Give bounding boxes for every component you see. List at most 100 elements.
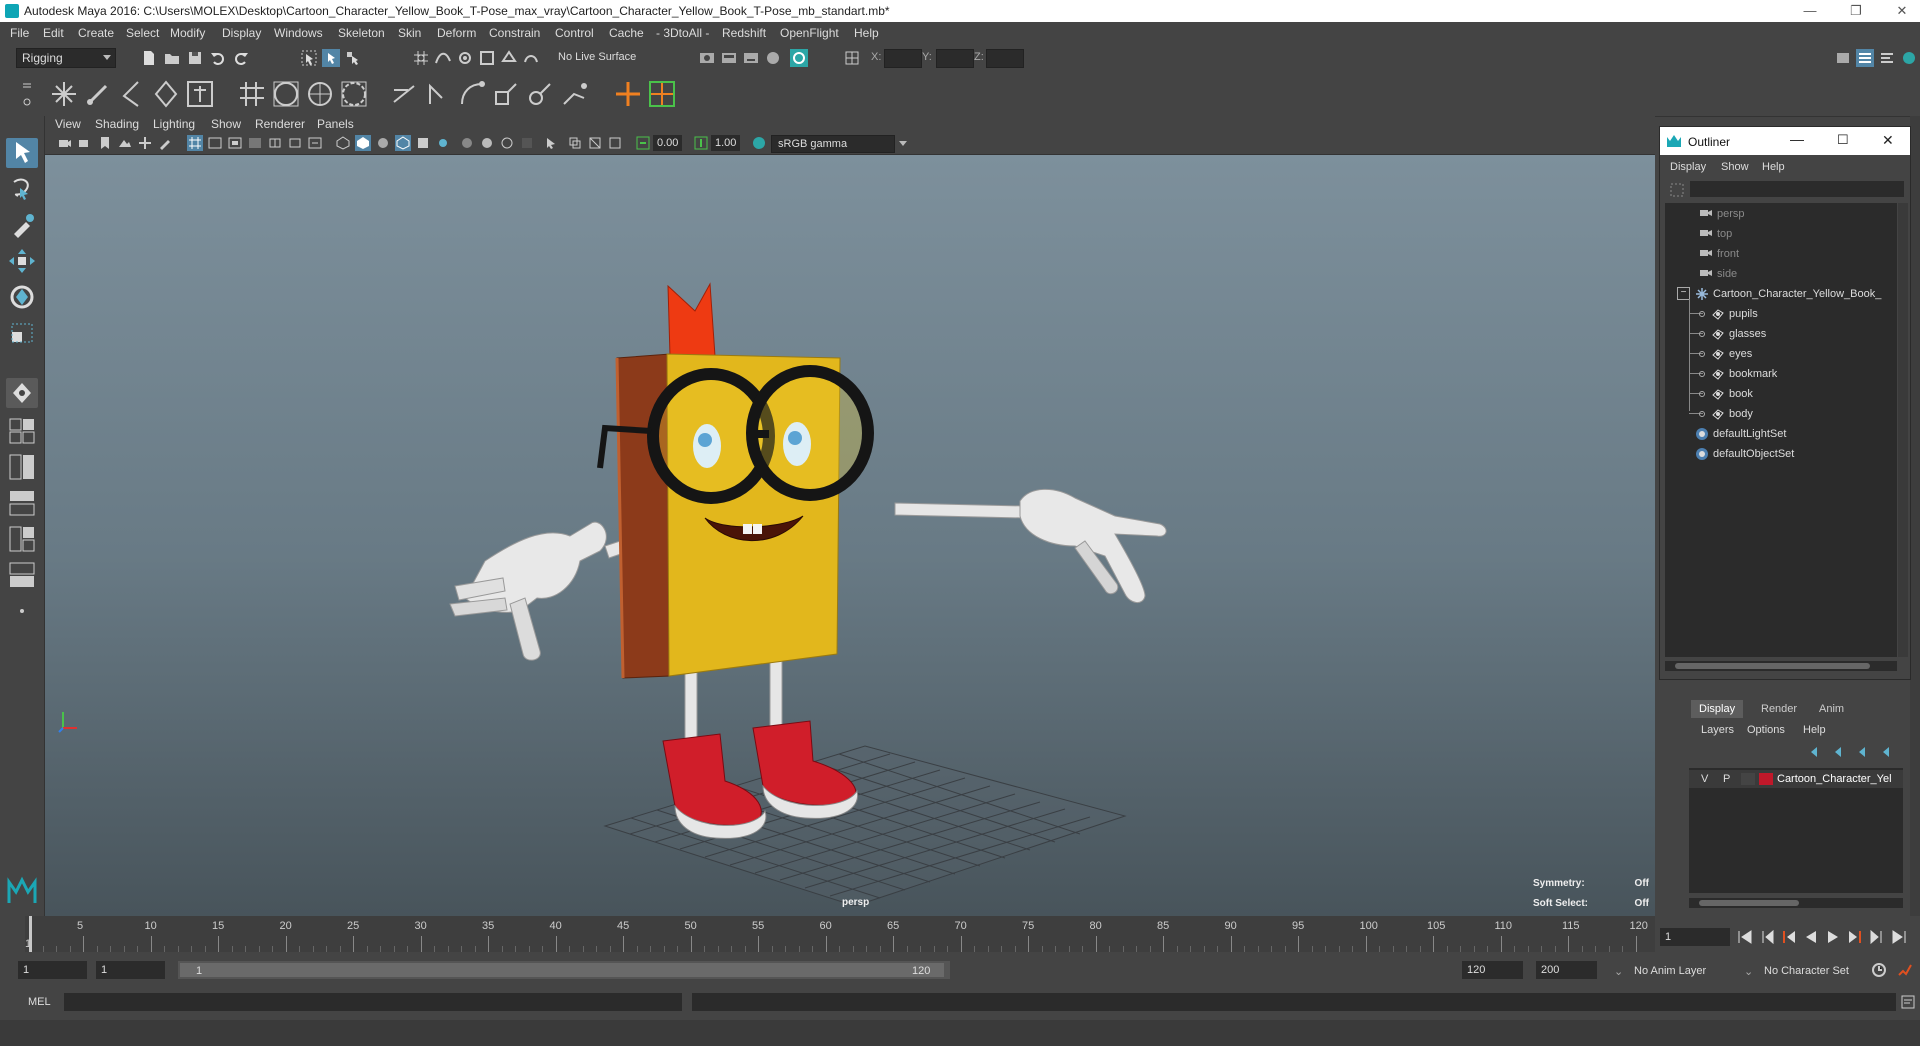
- minimize-button[interactable]: —: [1800, 2, 1820, 20]
- pole-vector-constraint-icon[interactable]: [558, 78, 590, 110]
- layer-name[interactable]: Cartoon_Character_Yel: [1777, 773, 1892, 785]
- scale-constraint-icon[interactable]: [490, 78, 522, 110]
- grid-toggle-icon[interactable]: [187, 135, 203, 151]
- xray-joints-icon[interactable]: [607, 135, 623, 151]
- lattice-icon[interactable]: [236, 78, 268, 110]
- close-window-button[interactable]: ✕: [1892, 2, 1912, 20]
- select-camera-icon[interactable]: [57, 135, 73, 151]
- character-set-dropdown-icon[interactable]: ⌄: [1744, 965, 1753, 978]
- redshift-render-view-icon[interactable]: [790, 49, 808, 67]
- menu-3dtoall[interactable]: - 3DtoAll -: [656, 26, 709, 40]
- film-gate-icon[interactable]: [207, 135, 223, 151]
- step-forward-key-icon[interactable]: [1868, 928, 1886, 946]
- animation-preferences-icon[interactable]: [1896, 961, 1914, 979]
- outliner-search-input[interactable]: [1690, 181, 1904, 197]
- new-scene-icon[interactable]: [140, 49, 158, 67]
- outliner-item-persp[interactable]: persp: [1665, 205, 1897, 223]
- menu-cache[interactable]: Cache: [609, 26, 644, 40]
- menu-edit[interactable]: Edit: [43, 26, 64, 40]
- tab-display[interactable]: Display: [1691, 700, 1744, 718]
- cluster-deformer-icon[interactable]: [304, 78, 336, 110]
- ik-spline-icon[interactable]: [150, 78, 182, 110]
- range-slider-thumb[interactable]: [180, 963, 944, 977]
- auto-key-icon[interactable]: [1870, 961, 1888, 979]
- layer-horizontal-scrollbar[interactable]: [1689, 898, 1903, 908]
- xray-active-components-icon[interactable]: [587, 135, 603, 151]
- bind-skin-icon[interactable]: [184, 78, 216, 110]
- y-field[interactable]: [936, 49, 974, 68]
- playback-start-field[interactable]: 1: [96, 961, 165, 979]
- command-input[interactable]: [64, 993, 682, 1011]
- anim-layer-select[interactable]: No Anim Layer: [1634, 965, 1706, 977]
- hypershade-icon[interactable]: [764, 49, 782, 67]
- restore-button[interactable]: ❐: [1846, 2, 1866, 20]
- outliner-item-eyes[interactable]: eyes: [1665, 345, 1897, 363]
- redo-icon[interactable]: [232, 49, 250, 67]
- menu-openflight[interactable]: OpenFlight: [780, 26, 839, 40]
- safe-title-icon[interactable]: [307, 135, 323, 151]
- field-chart-icon[interactable]: [267, 135, 283, 151]
- outliner-item-side[interactable]: side: [1665, 265, 1897, 283]
- filter-icon[interactable]: [1670, 183, 1684, 197]
- current-time-marker[interactable]: [29, 916, 32, 952]
- gamma-icon[interactable]: [693, 135, 709, 151]
- more-layouts-icon[interactable]: [6, 596, 38, 626]
- anim-layer-dropdown-icon[interactable]: ⌄: [1614, 965, 1623, 978]
- scale-tool-icon[interactable]: [6, 318, 38, 348]
- outliner-item-front[interactable]: front: [1665, 245, 1897, 263]
- vp-menu-panels[interactable]: Panels: [317, 117, 354, 131]
- modeling-toolkit-icon[interactable]: [1834, 49, 1852, 67]
- select-hierarchy-icon[interactable]: [300, 49, 318, 67]
- animation-end-field[interactable]: 200: [1536, 961, 1597, 979]
- menu-set-dropdown[interactable]: Rigging: [16, 48, 116, 68]
- attribute-editor-toggle-icon[interactable]: [1878, 49, 1896, 67]
- grease-pencil-icon[interactable]: [157, 135, 173, 151]
- layout-two-panes-icon[interactable]: [6, 452, 38, 482]
- menu-redshift[interactable]: Redshift: [722, 26, 766, 40]
- perspective-viewport[interactable]: View Shading Lighting Show Renderer Pane…: [45, 116, 1655, 916]
- layer-help-menu[interactable]: Help: [1803, 724, 1826, 736]
- orient-constraint-icon[interactable]: [422, 78, 454, 110]
- vp-menu-view[interactable]: View: [55, 117, 81, 131]
- layout-persp-outliner-icon[interactable]: [6, 560, 38, 590]
- soft-mod-tool-icon[interactable]: [6, 378, 38, 408]
- options-menu[interactable]: Options: [1747, 724, 1785, 736]
- channel-box-toggle-icon[interactable]: [1856, 49, 1874, 67]
- ipr-render-icon[interactable]: [720, 49, 738, 67]
- snap-view-plane-icon[interactable]: [478, 49, 496, 67]
- layer-visibility-toggle[interactable]: V: [1701, 773, 1708, 785]
- vp-menu-shading[interactable]: Shading: [95, 117, 139, 131]
- screen-space-ao-icon[interactable]: [479, 135, 495, 151]
- go-to-end-icon[interactable]: [1890, 928, 1908, 946]
- resolution-gate-icon[interactable]: [227, 135, 243, 151]
- menu-skin[interactable]: Skin: [398, 26, 421, 40]
- gamma-value[interactable]: 1.00: [711, 135, 741, 151]
- xray-icon[interactable]: [567, 135, 583, 151]
- script-editor-icon[interactable]: [1900, 994, 1916, 1010]
- layer-action-icons[interactable]: [1807, 744, 1897, 760]
- tab-anim[interactable]: Anim: [1811, 700, 1852, 718]
- rig-controller-icon[interactable]: [646, 78, 678, 110]
- side-panel-tabs[interactable]: [1910, 116, 1920, 916]
- z-field[interactable]: [986, 49, 1024, 68]
- outliner-item-cartoon-character-yellow-book[interactable]: − Cartoon_Character_Yellow_Book_: [1665, 285, 1897, 303]
- outliner-menu-show[interactable]: Show: [1721, 161, 1749, 173]
- layers-menu[interactable]: Layers: [1701, 724, 1734, 736]
- menu-modify[interactable]: Modify: [170, 26, 205, 40]
- camera-attributes-icon[interactable]: [77, 135, 93, 151]
- open-scene-icon[interactable]: [163, 49, 181, 67]
- blend-shape-icon[interactable]: [338, 78, 370, 110]
- tool-settings-toggle-icon[interactable]: [1900, 49, 1918, 67]
- menu-create[interactable]: Create: [78, 26, 114, 40]
- character-set-select[interactable]: No Character Set: [1764, 965, 1849, 977]
- layout-outliner-icon[interactable]: [6, 488, 38, 518]
- wrap-deformer-icon[interactable]: [270, 78, 302, 110]
- image-plane-icon[interactable]: [117, 135, 133, 151]
- range-slider[interactable]: [178, 961, 950, 979]
- locator-icon[interactable]: [612, 78, 644, 110]
- undo-icon[interactable]: [209, 49, 227, 67]
- color-space-dropdown-icon[interactable]: [895, 135, 911, 151]
- layout-single-icon[interactable]: [6, 416, 38, 446]
- move-tool-icon[interactable]: [6, 246, 38, 276]
- menu-help[interactable]: Help: [854, 26, 879, 40]
